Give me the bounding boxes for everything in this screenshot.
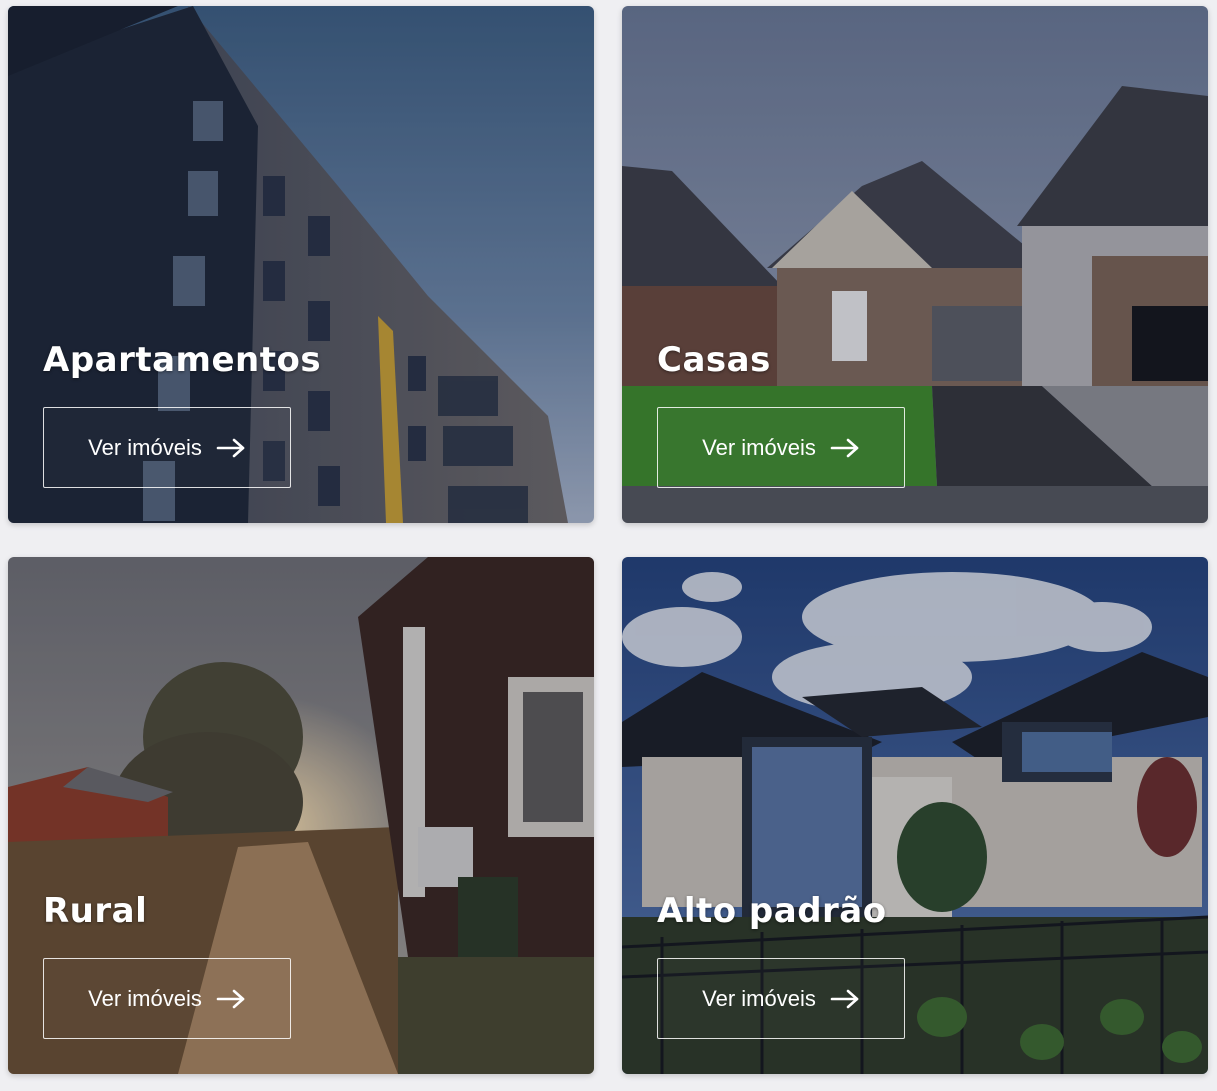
view-properties-button[interactable]: Ver imóveis: [43, 958, 291, 1039]
button-label: Ver imóveis: [88, 985, 202, 1011]
category-card-casas[interactable]: Casas Ver imóveis: [622, 6, 1208, 523]
view-properties-button[interactable]: Ver imóveis: [657, 407, 905, 488]
view-properties-button[interactable]: Ver imóveis: [43, 407, 291, 488]
button-label: Ver imóveis: [702, 434, 816, 460]
arrow-right-icon: [830, 438, 859, 457]
category-card-apartamentos[interactable]: Apartamentos Ver imóveis: [8, 6, 594, 523]
arrow-right-icon: [216, 438, 245, 457]
button-label: Ver imóveis: [702, 985, 816, 1011]
button-label: Ver imóveis: [88, 434, 202, 460]
property-category-grid: Apartamentos Ver imóveis Casas Ver imóve…: [0, 0, 1217, 1091]
category-title: Rural: [43, 891, 148, 931]
category-title: Apartamentos: [43, 340, 322, 380]
arrow-right-icon: [830, 989, 859, 1008]
category-card-rural[interactable]: Rural Ver imóveis: [8, 557, 594, 1074]
category-title: Alto padrão: [657, 891, 887, 931]
view-properties-button[interactable]: Ver imóveis: [657, 958, 905, 1039]
category-title: Casas: [657, 340, 771, 380]
arrow-right-icon: [216, 989, 245, 1008]
category-card-alto-padrao[interactable]: Alto padrão Ver imóveis: [622, 557, 1208, 1074]
